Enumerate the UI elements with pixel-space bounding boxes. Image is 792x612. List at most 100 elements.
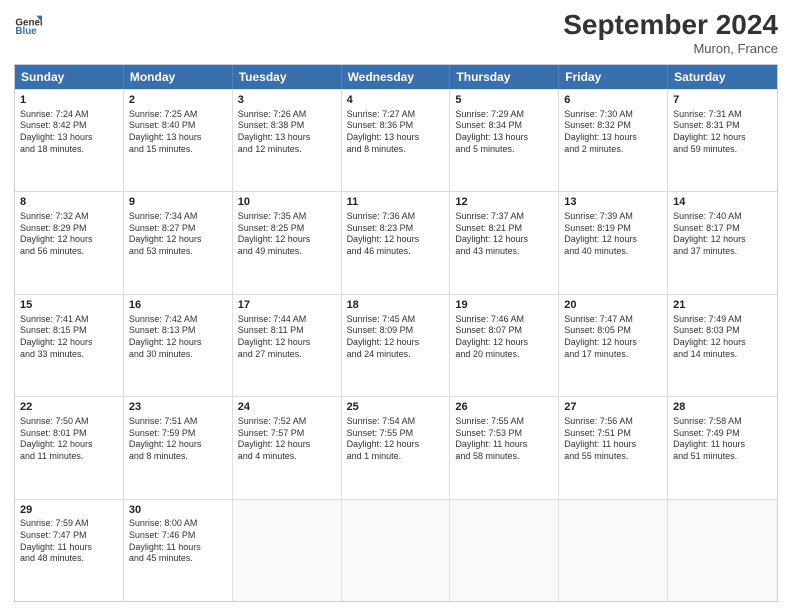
day-number: 17 (238, 298, 336, 313)
day-cell-7: 7Sunrise: 7:31 AMSunset: 8:31 PMDaylight… (668, 90, 777, 191)
day-number: 28 (673, 400, 772, 415)
day-cell-22: 22Sunrise: 7:50 AMSunset: 8:01 PMDayligh… (15, 397, 124, 498)
day-info: Sunrise: 7:30 AMSunset: 8:32 PMDaylight:… (564, 109, 662, 156)
day-cell-16: 16Sunrise: 7:42 AMSunset: 8:13 PMDayligh… (124, 295, 233, 396)
empty-cell (668, 500, 777, 601)
day-info: Sunrise: 7:44 AMSunset: 8:11 PMDaylight:… (238, 314, 336, 361)
day-header-monday: Monday (124, 65, 233, 89)
day-number: 2 (129, 93, 227, 108)
day-cell-26: 26Sunrise: 7:55 AMSunset: 7:53 PMDayligh… (450, 397, 559, 498)
day-cell-13: 13Sunrise: 7:39 AMSunset: 8:19 PMDayligh… (559, 192, 668, 293)
day-number: 23 (129, 400, 227, 415)
day-cell-12: 12Sunrise: 7:37 AMSunset: 8:21 PMDayligh… (450, 192, 559, 293)
day-info: Sunrise: 7:40 AMSunset: 8:17 PMDaylight:… (673, 211, 772, 258)
day-number: 26 (455, 400, 553, 415)
day-info: Sunrise: 7:45 AMSunset: 8:09 PMDaylight:… (347, 314, 445, 361)
day-cell-9: 9Sunrise: 7:34 AMSunset: 8:27 PMDaylight… (124, 192, 233, 293)
day-cell-21: 21Sunrise: 7:49 AMSunset: 8:03 PMDayligh… (668, 295, 777, 396)
day-number: 4 (347, 93, 445, 108)
day-info: Sunrise: 7:51 AMSunset: 7:59 PMDaylight:… (129, 416, 227, 463)
logo: General Blue (14, 10, 42, 38)
day-header-friday: Friday (559, 65, 668, 89)
day-number: 19 (455, 298, 553, 313)
day-info: Sunrise: 7:29 AMSunset: 8:34 PMDaylight:… (455, 109, 553, 156)
day-number: 30 (129, 503, 227, 518)
day-number: 10 (238, 195, 336, 210)
day-header-tuesday: Tuesday (233, 65, 342, 89)
day-cell-17: 17Sunrise: 7:44 AMSunset: 8:11 PMDayligh… (233, 295, 342, 396)
day-cell-1: 1Sunrise: 7:24 AMSunset: 8:42 PMDaylight… (15, 90, 124, 191)
day-number: 25 (347, 400, 445, 415)
calendar-body: 1Sunrise: 7:24 AMSunset: 8:42 PMDaylight… (15, 89, 777, 601)
calendar-header: SundayMondayTuesdayWednesdayThursdayFrid… (15, 65, 777, 89)
day-number: 8 (20, 195, 118, 210)
month-title: September 2024 (563, 10, 778, 41)
day-cell-15: 15Sunrise: 7:41 AMSunset: 8:15 PMDayligh… (15, 295, 124, 396)
day-info: Sunrise: 7:55 AMSunset: 7:53 PMDaylight:… (455, 416, 553, 463)
day-cell-24: 24Sunrise: 7:52 AMSunset: 7:57 PMDayligh… (233, 397, 342, 498)
day-cell-8: 8Sunrise: 7:32 AMSunset: 8:29 PMDaylight… (15, 192, 124, 293)
day-info: Sunrise: 7:58 AMSunset: 7:49 PMDaylight:… (673, 416, 772, 463)
day-cell-5: 5Sunrise: 7:29 AMSunset: 8:34 PMDaylight… (450, 90, 559, 191)
logo-icon: General Blue (14, 10, 42, 38)
day-cell-10: 10Sunrise: 7:35 AMSunset: 8:25 PMDayligh… (233, 192, 342, 293)
day-cell-20: 20Sunrise: 7:47 AMSunset: 8:05 PMDayligh… (559, 295, 668, 396)
day-cell-14: 14Sunrise: 7:40 AMSunset: 8:17 PMDayligh… (668, 192, 777, 293)
day-info: Sunrise: 7:47 AMSunset: 8:05 PMDaylight:… (564, 314, 662, 361)
day-header-wednesday: Wednesday (342, 65, 451, 89)
day-header-thursday: Thursday (450, 65, 559, 89)
calendar-row-4: 22Sunrise: 7:50 AMSunset: 8:01 PMDayligh… (15, 396, 777, 498)
day-info: Sunrise: 7:36 AMSunset: 8:23 PMDaylight:… (347, 211, 445, 258)
day-number: 29 (20, 503, 118, 518)
day-number: 14 (673, 195, 772, 210)
calendar-row-1: 1Sunrise: 7:24 AMSunset: 8:42 PMDaylight… (15, 89, 777, 191)
day-info: Sunrise: 7:35 AMSunset: 8:25 PMDaylight:… (238, 211, 336, 258)
day-number: 21 (673, 298, 772, 313)
day-number: 11 (347, 195, 445, 210)
calendar-row-2: 8Sunrise: 7:32 AMSunset: 8:29 PMDaylight… (15, 191, 777, 293)
day-info: Sunrise: 7:26 AMSunset: 8:38 PMDaylight:… (238, 109, 336, 156)
day-number: 9 (129, 195, 227, 210)
day-info: Sunrise: 7:59 AMSunset: 7:47 PMDaylight:… (20, 518, 118, 565)
day-info: Sunrise: 7:56 AMSunset: 7:51 PMDaylight:… (564, 416, 662, 463)
day-info: Sunrise: 7:42 AMSunset: 8:13 PMDaylight:… (129, 314, 227, 361)
day-info: Sunrise: 7:34 AMSunset: 8:27 PMDaylight:… (129, 211, 227, 258)
day-info: Sunrise: 7:27 AMSunset: 8:36 PMDaylight:… (347, 109, 445, 156)
day-cell-11: 11Sunrise: 7:36 AMSunset: 8:23 PMDayligh… (342, 192, 451, 293)
empty-cell (233, 500, 342, 601)
day-info: Sunrise: 7:49 AMSunset: 8:03 PMDaylight:… (673, 314, 772, 361)
day-number: 22 (20, 400, 118, 415)
title-area: September 2024 Muron, France (563, 10, 778, 56)
day-number: 15 (20, 298, 118, 313)
day-number: 7 (673, 93, 772, 108)
day-number: 3 (238, 93, 336, 108)
day-number: 20 (564, 298, 662, 313)
day-info: Sunrise: 7:31 AMSunset: 8:31 PMDaylight:… (673, 109, 772, 156)
calendar: SundayMondayTuesdayWednesdayThursdayFrid… (14, 64, 778, 602)
day-cell-18: 18Sunrise: 7:45 AMSunset: 8:09 PMDayligh… (342, 295, 451, 396)
day-info: Sunrise: 8:00 AMSunset: 7:46 PMDaylight:… (129, 518, 227, 565)
day-info: Sunrise: 7:37 AMSunset: 8:21 PMDaylight:… (455, 211, 553, 258)
day-cell-27: 27Sunrise: 7:56 AMSunset: 7:51 PMDayligh… (559, 397, 668, 498)
day-header-saturday: Saturday (668, 65, 777, 89)
day-number: 18 (347, 298, 445, 313)
day-info: Sunrise: 7:54 AMSunset: 7:55 PMDaylight:… (347, 416, 445, 463)
empty-cell (559, 500, 668, 601)
day-cell-3: 3Sunrise: 7:26 AMSunset: 8:38 PMDaylight… (233, 90, 342, 191)
day-cell-28: 28Sunrise: 7:58 AMSunset: 7:49 PMDayligh… (668, 397, 777, 498)
day-info: Sunrise: 7:50 AMSunset: 8:01 PMDaylight:… (20, 416, 118, 463)
day-info: Sunrise: 7:39 AMSunset: 8:19 PMDaylight:… (564, 211, 662, 258)
day-info: Sunrise: 7:24 AMSunset: 8:42 PMDaylight:… (20, 109, 118, 156)
empty-cell (450, 500, 559, 601)
day-number: 16 (129, 298, 227, 313)
day-cell-25: 25Sunrise: 7:54 AMSunset: 7:55 PMDayligh… (342, 397, 451, 498)
day-number: 1 (20, 93, 118, 108)
day-info: Sunrise: 7:52 AMSunset: 7:57 PMDaylight:… (238, 416, 336, 463)
empty-cell (342, 500, 451, 601)
location: Muron, France (563, 41, 778, 56)
day-info: Sunrise: 7:41 AMSunset: 8:15 PMDaylight:… (20, 314, 118, 361)
day-cell-30: 30Sunrise: 8:00 AMSunset: 7:46 PMDayligh… (124, 500, 233, 601)
day-cell-29: 29Sunrise: 7:59 AMSunset: 7:47 PMDayligh… (15, 500, 124, 601)
day-number: 13 (564, 195, 662, 210)
day-cell-4: 4Sunrise: 7:27 AMSunset: 8:36 PMDaylight… (342, 90, 451, 191)
